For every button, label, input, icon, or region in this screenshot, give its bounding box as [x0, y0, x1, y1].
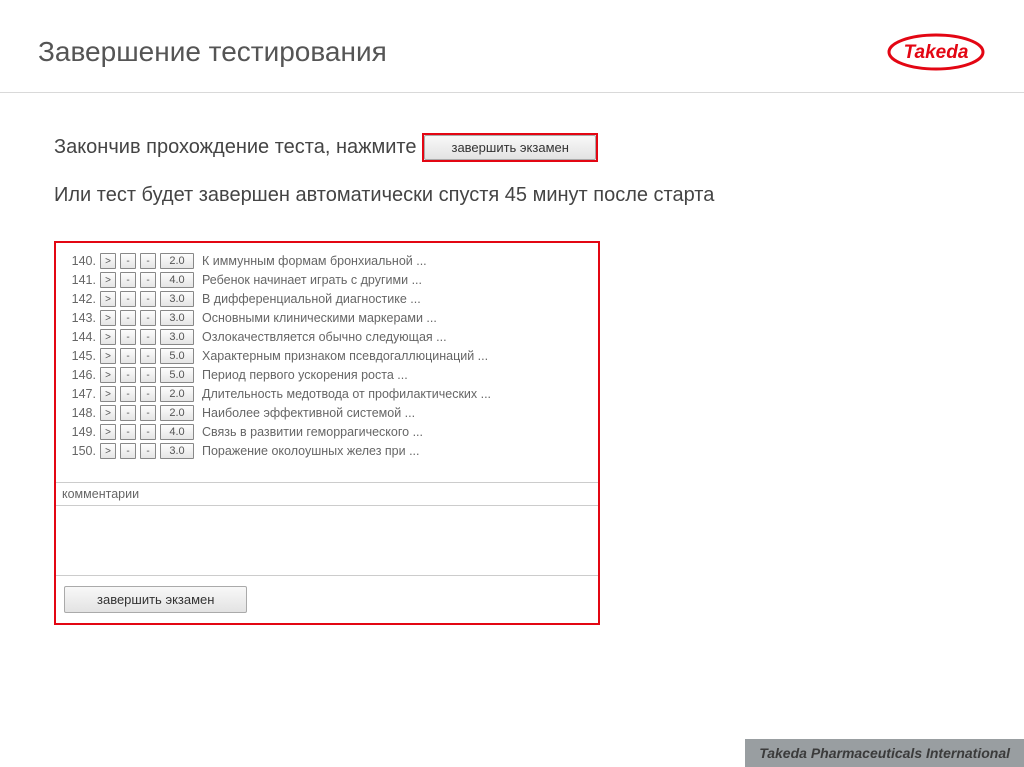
instruction-line-2: Или тест будет завершен автоматически сп…	[54, 184, 970, 207]
go-to-question-button[interactable]: >	[100, 386, 116, 402]
questions-list: 140.>--2.0К иммунным формам бронхиальной…	[56, 243, 598, 466]
question-text: Длительность медотвода от профилактическ…	[202, 387, 491, 401]
question-number: 148.	[64, 406, 96, 420]
question-row: 145.>--5.0Характерным признаком псевдога…	[64, 348, 590, 364]
go-to-question-button[interactable]: >	[100, 367, 116, 383]
question-number: 140.	[64, 254, 96, 268]
finish-exam-button-bottom[interactable]: завершить экзамен	[64, 586, 247, 613]
score-chip[interactable]: 5.0	[160, 367, 194, 383]
comments-label: комментарии	[56, 483, 598, 506]
dash-chip[interactable]: -	[120, 310, 136, 326]
dash-chip[interactable]: -	[140, 443, 156, 459]
dash-chip[interactable]: -	[120, 348, 136, 364]
question-text: Поражение околоушных желез при ...	[202, 444, 420, 458]
question-text: Озлокачествляется обычно следующая ...	[202, 330, 447, 344]
question-text: Основными клиническими маркерами ...	[202, 311, 437, 325]
question-row: 149.>--4.0Связь в развитии геморрагическ…	[64, 424, 590, 440]
go-to-question-button[interactable]: >	[100, 272, 116, 288]
question-text: К иммунным формам бронхиальной ...	[202, 254, 427, 268]
dash-chip[interactable]: -	[120, 367, 136, 383]
score-chip[interactable]: 3.0	[160, 310, 194, 326]
header: Завершение тестирования Takeda	[0, 0, 1024, 93]
instruction-line-1: Закончив прохождение теста, нажмите заве…	[54, 133, 970, 162]
question-row: 142.>--3.0В дифференциальной диагностике…	[64, 291, 590, 307]
dash-chip[interactable]: -	[140, 253, 156, 269]
dash-chip[interactable]: -	[140, 272, 156, 288]
question-number: 143.	[64, 311, 96, 325]
question-row: 143.>--3.0Основными клиническими маркера…	[64, 310, 590, 326]
dash-chip[interactable]: -	[120, 329, 136, 345]
score-chip[interactable]: 5.0	[160, 348, 194, 364]
go-to-question-button[interactable]: >	[100, 443, 116, 459]
comments-textarea[interactable]	[56, 506, 598, 576]
finish-exam-button-top[interactable]: завершить экзамен	[424, 135, 595, 160]
dash-chip[interactable]: -	[120, 272, 136, 288]
go-to-question-button[interactable]: >	[100, 310, 116, 326]
score-chip[interactable]: 2.0	[160, 405, 194, 421]
dash-chip[interactable]: -	[140, 329, 156, 345]
content-area: Закончив прохождение теста, нажмите заве…	[0, 93, 1024, 625]
question-row: 147.>--2.0Длительность медотвода от проф…	[64, 386, 590, 402]
question-text: Период первого ускорения роста ...	[202, 368, 408, 382]
question-row: 150.>--3.0Поражение околоушных желез при…	[64, 443, 590, 459]
question-number: 145.	[64, 349, 96, 363]
score-chip[interactable]: 4.0	[160, 424, 194, 440]
question-row: 144.>--3.0Озлокачествляется обычно следу…	[64, 329, 590, 345]
comments-block: комментарии завершить экзамен	[56, 482, 598, 623]
finish-button-highlight: завершить экзамен	[422, 133, 597, 162]
score-chip[interactable]: 4.0	[160, 272, 194, 288]
question-text: Наиболее эффективной системой ...	[202, 406, 415, 420]
dash-chip[interactable]: -	[140, 405, 156, 421]
dash-chip[interactable]: -	[140, 367, 156, 383]
question-number: 141.	[64, 273, 96, 287]
dash-chip[interactable]: -	[140, 291, 156, 307]
question-row: 148.>--2.0Наиболее эффективной системой …	[64, 405, 590, 421]
score-chip[interactable]: 3.0	[160, 443, 194, 459]
question-row: 141.>--4.0Ребенок начинает играть с друг…	[64, 272, 590, 288]
svg-text:Takeda: Takeda	[904, 42, 969, 63]
question-row: 146.>--5.0Период первого ускорения роста…	[64, 367, 590, 383]
dash-chip[interactable]: -	[120, 291, 136, 307]
dash-chip[interactable]: -	[120, 386, 136, 402]
question-number: 142.	[64, 292, 96, 306]
question-row: 140.>--2.0К иммунным формам бронхиальной…	[64, 253, 590, 269]
score-chip[interactable]: 3.0	[160, 291, 194, 307]
page-title: Завершение тестирования	[38, 36, 387, 68]
go-to-question-button[interactable]: >	[100, 424, 116, 440]
question-number: 150.	[64, 444, 96, 458]
question-number: 147.	[64, 387, 96, 401]
question-text: Характерным признаком псевдогаллюцинаций…	[202, 349, 488, 363]
go-to-question-button[interactable]: >	[100, 348, 116, 364]
question-text: Ребенок начинает играть с другими ...	[202, 273, 422, 287]
questions-panel: 140.>--2.0К иммунным формам бронхиальной…	[54, 241, 600, 625]
dash-chip[interactable]: -	[140, 310, 156, 326]
dash-chip[interactable]: -	[140, 348, 156, 364]
dash-chip[interactable]: -	[120, 405, 136, 421]
dash-chip[interactable]: -	[120, 424, 136, 440]
question-number: 146.	[64, 368, 96, 382]
go-to-question-button[interactable]: >	[100, 253, 116, 269]
score-chip[interactable]: 3.0	[160, 329, 194, 345]
go-to-question-button[interactable]: >	[100, 329, 116, 345]
go-to-question-button[interactable]: >	[100, 291, 116, 307]
dash-chip[interactable]: -	[120, 443, 136, 459]
dash-chip[interactable]: -	[140, 386, 156, 402]
takeda-logo: Takeda	[886, 30, 986, 74]
question-text: В дифференциальной диагностике ...	[202, 292, 421, 306]
go-to-question-button[interactable]: >	[100, 405, 116, 421]
question-number: 149.	[64, 425, 96, 439]
score-chip[interactable]: 2.0	[160, 386, 194, 402]
dash-chip[interactable]: -	[140, 424, 156, 440]
dash-chip[interactable]: -	[120, 253, 136, 269]
question-text: Связь в развитии геморрагического ...	[202, 425, 423, 439]
footer-brand: Takeda Pharmaceuticals International	[745, 739, 1024, 767]
question-number: 144.	[64, 330, 96, 344]
score-chip[interactable]: 2.0	[160, 253, 194, 269]
bottom-button-row: завершить экзамен	[56, 576, 598, 623]
instruction-text-1: Закончив прохождение теста, нажмите	[54, 136, 416, 159]
